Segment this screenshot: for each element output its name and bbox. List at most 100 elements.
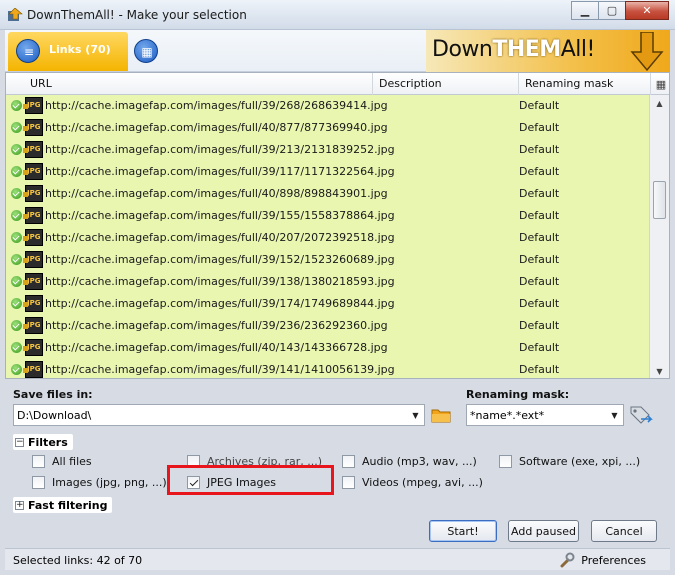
collapse-icon[interactable]: − <box>15 437 24 447</box>
logo-word-down: Down <box>432 37 493 62</box>
jpg-file-icon <box>23 339 43 356</box>
table-row[interactable]: http://cache.imagefap.com/images/full/39… <box>6 139 651 161</box>
jpg-file-icon <box>23 185 43 202</box>
selected-check-icon[interactable] <box>11 276 22 287</box>
selected-check-icon[interactable] <box>11 320 22 331</box>
minimize-button[interactable]: ▁ <box>571 1 599 20</box>
checkbox[interactable] <box>32 475 45 489</box>
table-row[interactable]: http://cache.imagefap.com/images/full/40… <box>6 227 651 249</box>
selected-check-icon[interactable] <box>11 188 22 199</box>
jpg-file-icon <box>23 251 43 268</box>
jpg-file-icon <box>23 317 43 334</box>
chevron-down-icon[interactable]: ▼ <box>407 405 424 425</box>
add-paused-button[interactable]: Add paused <box>508 520 579 542</box>
table-row[interactable]: http://cache.imagefap.com/images/full/40… <box>6 117 651 139</box>
renaming-mask-input[interactable] <box>467 405 623 425</box>
jpg-file-icon <box>23 119 43 136</box>
logo-word-all: All! <box>560 37 596 62</box>
table-row[interactable]: http://cache.imagefap.com/images/full/39… <box>6 249 651 271</box>
fast-filtering-section-header[interactable]: + Fast filtering <box>13 497 113 513</box>
table-row[interactable]: http://cache.imagefap.com/images/full/39… <box>6 271 651 293</box>
cell-url: http://cache.imagefap.com/images/full/39… <box>45 319 388 332</box>
table-row[interactable]: http://cache.imagefap.com/images/full/40… <box>6 183 651 205</box>
selected-check-icon[interactable] <box>11 100 22 111</box>
column-header-renaming-mask[interactable]: Renaming mask <box>519 73 651 95</box>
renaming-mask-combo[interactable]: ▼ <box>466 404 624 426</box>
filters-section-header[interactable]: − Filters <box>13 434 73 450</box>
selected-check-icon[interactable] <box>11 122 22 133</box>
title-bar: DownThemAll! - Make your selection ▁ ▢ ✕ <box>0 0 675 30</box>
close-icon: ✕ <box>642 4 652 17</box>
grid-scrollbar[interactable]: ▲ ▼ <box>649 95 669 378</box>
filter-audio[interactable]: Audio (mp3, wav, ...) <box>342 453 477 469</box>
links-grid[interactable]: URL Description Renaming mask ▦ http://c… <box>5 72 670 379</box>
preferences-label: Preferences <box>581 553 646 567</box>
downthemall-logo: DownTHEMAll! <box>426 30 670 72</box>
scroll-thumb[interactable] <box>653 181 666 219</box>
selected-check-icon[interactable] <box>11 364 22 375</box>
tab-pictures[interactable]: ▦ <box>134 39 158 63</box>
table-row[interactable]: http://cache.imagefap.com/images/full/39… <box>6 95 651 117</box>
cell-renaming-mask: Default <box>519 143 560 156</box>
renaming-mask-label: Renaming mask: <box>466 388 570 401</box>
table-row[interactable]: http://cache.imagefap.com/images/full/39… <box>6 161 651 183</box>
grid-icon: ▦ <box>134 39 158 63</box>
table-row[interactable]: http://cache.imagefap.com/images/full/39… <box>6 315 651 337</box>
cell-url: http://cache.imagefap.com/images/full/39… <box>45 99 388 112</box>
cell-url: http://cache.imagefap.com/images/full/39… <box>45 363 395 376</box>
tab-links[interactable]: ≡ Links (70) <box>8 32 128 71</box>
cell-renaming-mask: Default <box>519 121 560 134</box>
scroll-down-icon[interactable]: ▼ <box>650 363 669 378</box>
chevron-down-icon[interactable]: ▼ <box>606 405 623 425</box>
save-path-input[interactable] <box>14 405 424 425</box>
selected-check-icon[interactable] <box>11 166 22 177</box>
filter-images[interactable]: Images (jpg, png, ...) <box>32 474 167 490</box>
scroll-up-icon[interactable]: ▲ <box>650 95 669 111</box>
jpg-file-icon <box>23 163 43 180</box>
selected-check-icon[interactable] <box>11 298 22 309</box>
preferences-link[interactable]: Preferences <box>559 552 646 568</box>
cell-renaming-mask: Default <box>519 209 560 222</box>
filter-label: Images (jpg, png, ...) <box>52 475 167 489</box>
cell-renaming-mask: Default <box>519 187 560 200</box>
filters-title: Filters <box>28 435 68 449</box>
close-button[interactable]: ✕ <box>625 1 669 20</box>
column-header-url[interactable]: URL <box>24 73 373 95</box>
checkbox[interactable] <box>342 454 355 468</box>
selected-check-icon[interactable] <box>11 254 22 265</box>
cell-url: http://cache.imagefap.com/images/full/39… <box>45 209 395 222</box>
jpg-file-icon <box>23 141 43 158</box>
cancel-button[interactable]: Cancel <box>591 520 657 542</box>
save-path-combo[interactable]: ▼ <box>13 404 425 426</box>
table-row[interactable]: http://cache.imagefap.com/images/full/39… <box>6 293 651 315</box>
renaming-tags-icon[interactable] <box>629 405 653 425</box>
expand-icon[interactable]: + <box>15 500 24 510</box>
filter-videos[interactable]: Videos (mpeg, avi, ...) <box>342 474 483 490</box>
table-row[interactable]: http://cache.imagefap.com/images/full/39… <box>6 205 651 227</box>
folder-icon[interactable] <box>431 407 451 423</box>
checkbox[interactable] <box>499 454 512 468</box>
downthemall-app-icon <box>8 8 23 21</box>
table-row[interactable]: http://cache.imagefap.com/images/full/40… <box>6 337 651 359</box>
maximize-button[interactable]: ▢ <box>598 1 626 20</box>
selected-check-icon[interactable] <box>11 144 22 155</box>
table-row[interactable]: http://cache.imagefap.com/images/full/39… <box>6 359 651 378</box>
logo-word-them: THEM <box>492 37 561 62</box>
selected-check-icon[interactable] <box>11 342 22 353</box>
wrench-icon <box>560 552 575 568</box>
jpg-file-icon <box>23 273 43 290</box>
cell-url: http://cache.imagefap.com/images/full/40… <box>45 231 395 244</box>
column-header-description[interactable]: Description <box>373 73 519 95</box>
selected-links-count: Selected links: 42 of 70 <box>13 554 143 567</box>
checkbox[interactable] <box>32 454 45 468</box>
filter-all-files[interactable]: All files <box>32 453 92 469</box>
checkbox[interactable] <box>342 475 355 489</box>
selected-check-icon[interactable] <box>11 232 22 243</box>
cell-url: http://cache.imagefap.com/images/full/40… <box>45 121 388 134</box>
jpg-file-icon <box>23 97 43 114</box>
selected-check-icon[interactable] <box>11 210 22 221</box>
cell-renaming-mask: Default <box>519 297 560 310</box>
filter-software[interactable]: Software (exe, xpi, ...) <box>499 453 640 469</box>
column-picker-icon[interactable]: ▦ <box>651 73 669 95</box>
start-button[interactable]: Start! <box>429 520 497 542</box>
